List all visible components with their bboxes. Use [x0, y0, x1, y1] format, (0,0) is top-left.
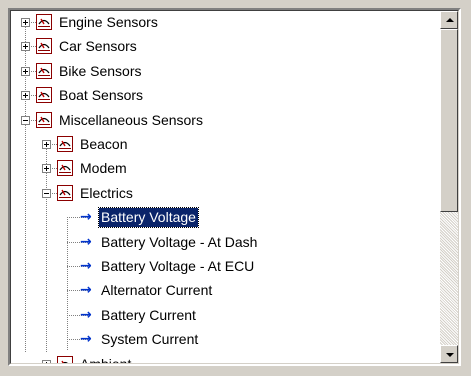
gauge-icon: [57, 160, 73, 176]
gauge-icon: [57, 356, 73, 363]
collapse-icon[interactable]: [42, 189, 51, 198]
tree-item[interactable]: → Alternator Current: [11, 279, 426, 303]
tree-item[interactable]: Boat Sensors: [11, 84, 426, 108]
tree-item-label[interactable]: System Current: [99, 330, 200, 349]
sensor-tree-frame: Engine Sensors Car Sensors Bike Sensors Boa…: [8, 8, 461, 366]
tree-item-label[interactable]: Engine Sensors: [57, 13, 160, 32]
tree-item-label[interactable]: Modem: [78, 159, 129, 178]
tree-item-label[interactable]: Miscellaneous Sensors: [57, 111, 205, 130]
tree-item-label[interactable]: Boat Sensors: [57, 86, 145, 105]
expand-icon[interactable]: [42, 360, 51, 363]
arrow-right-icon: →: [80, 331, 92, 347]
tree-item[interactable]: Electrics: [11, 182, 426, 206]
tree-item[interactable]: Miscellaneous Sensors: [11, 109, 426, 133]
tree-item-label[interactable]: Bike Sensors: [57, 62, 143, 81]
expand-icon[interactable]: [21, 18, 30, 27]
scroll-down-button[interactable]: [440, 345, 458, 363]
expand-icon[interactable]: [42, 140, 51, 149]
arrow-right-icon: →: [80, 258, 92, 274]
expand-icon[interactable]: [21, 42, 30, 51]
tree-item-label[interactable]: Battery Voltage - At Dash: [99, 233, 259, 252]
down-arrow-icon: [446, 353, 454, 357]
arrow-right-icon: →: [80, 234, 92, 250]
tree-item[interactable]: → System Current: [11, 328, 426, 352]
tree-item-label[interactable]: Beacon: [78, 135, 129, 154]
tree-item-label[interactable]: Ambient: [78, 355, 133, 363]
tree-item[interactable]: Modem: [11, 157, 426, 181]
gauge-icon: [36, 14, 52, 30]
scrollbar-thumb[interactable]: [440, 29, 458, 212]
tree-item[interactable]: Ambient: [11, 353, 426, 363]
tree-item-label[interactable]: Battery Voltage - At ECU: [99, 257, 256, 276]
gauge-icon: [36, 63, 52, 79]
expand-icon[interactable]: [42, 164, 51, 173]
gauge-icon: [57, 136, 73, 152]
tree-item[interactable]: Engine Sensors: [11, 11, 426, 35]
expand-icon[interactable]: [21, 91, 30, 100]
arrow-right-icon: →: [80, 209, 92, 225]
collapse-icon[interactable]: [21, 116, 30, 125]
gauge-icon: [36, 87, 52, 103]
scroll-up-button[interactable]: [440, 11, 458, 29]
sensor-tree-view[interactable]: Engine Sensors Car Sensors Bike Sensors Boa…: [10, 10, 459, 364]
tree-item[interactable]: Bike Sensors: [11, 60, 426, 84]
up-arrow-icon: [446, 18, 454, 22]
vertical-scrollbar[interactable]: [440, 11, 458, 363]
tree-item[interactable]: → Battery Voltage - At ECU: [11, 255, 426, 279]
tree-item-label[interactable]: Alternator Current: [99, 281, 214, 300]
arrow-right-icon: →: [80, 282, 92, 298]
tree-item[interactable]: → Battery Voltage: [11, 206, 426, 230]
tree-item[interactable]: Beacon: [11, 133, 426, 157]
tree-item[interactable]: Car Sensors: [11, 35, 426, 59]
tree-item[interactable]: → Battery Voltage - At Dash: [11, 231, 426, 255]
expand-icon[interactable]: [21, 67, 30, 76]
arrow-right-icon: →: [80, 307, 92, 323]
tree-item-label[interactable]: Battery Current: [99, 306, 198, 325]
tree-item-label[interactable]: Battery Voltage: [98, 207, 199, 228]
tree-content: Engine Sensors Car Sensors Bike Sensors Boa…: [11, 11, 426, 363]
tree-item-label[interactable]: Electrics: [78, 184, 135, 203]
gauge-icon: [57, 185, 73, 201]
gauge-icon: [36, 112, 52, 128]
gauge-icon: [36, 38, 52, 54]
tree-item[interactable]: → Battery Current: [11, 304, 426, 328]
tree-item-label[interactable]: Car Sensors: [57, 37, 139, 56]
